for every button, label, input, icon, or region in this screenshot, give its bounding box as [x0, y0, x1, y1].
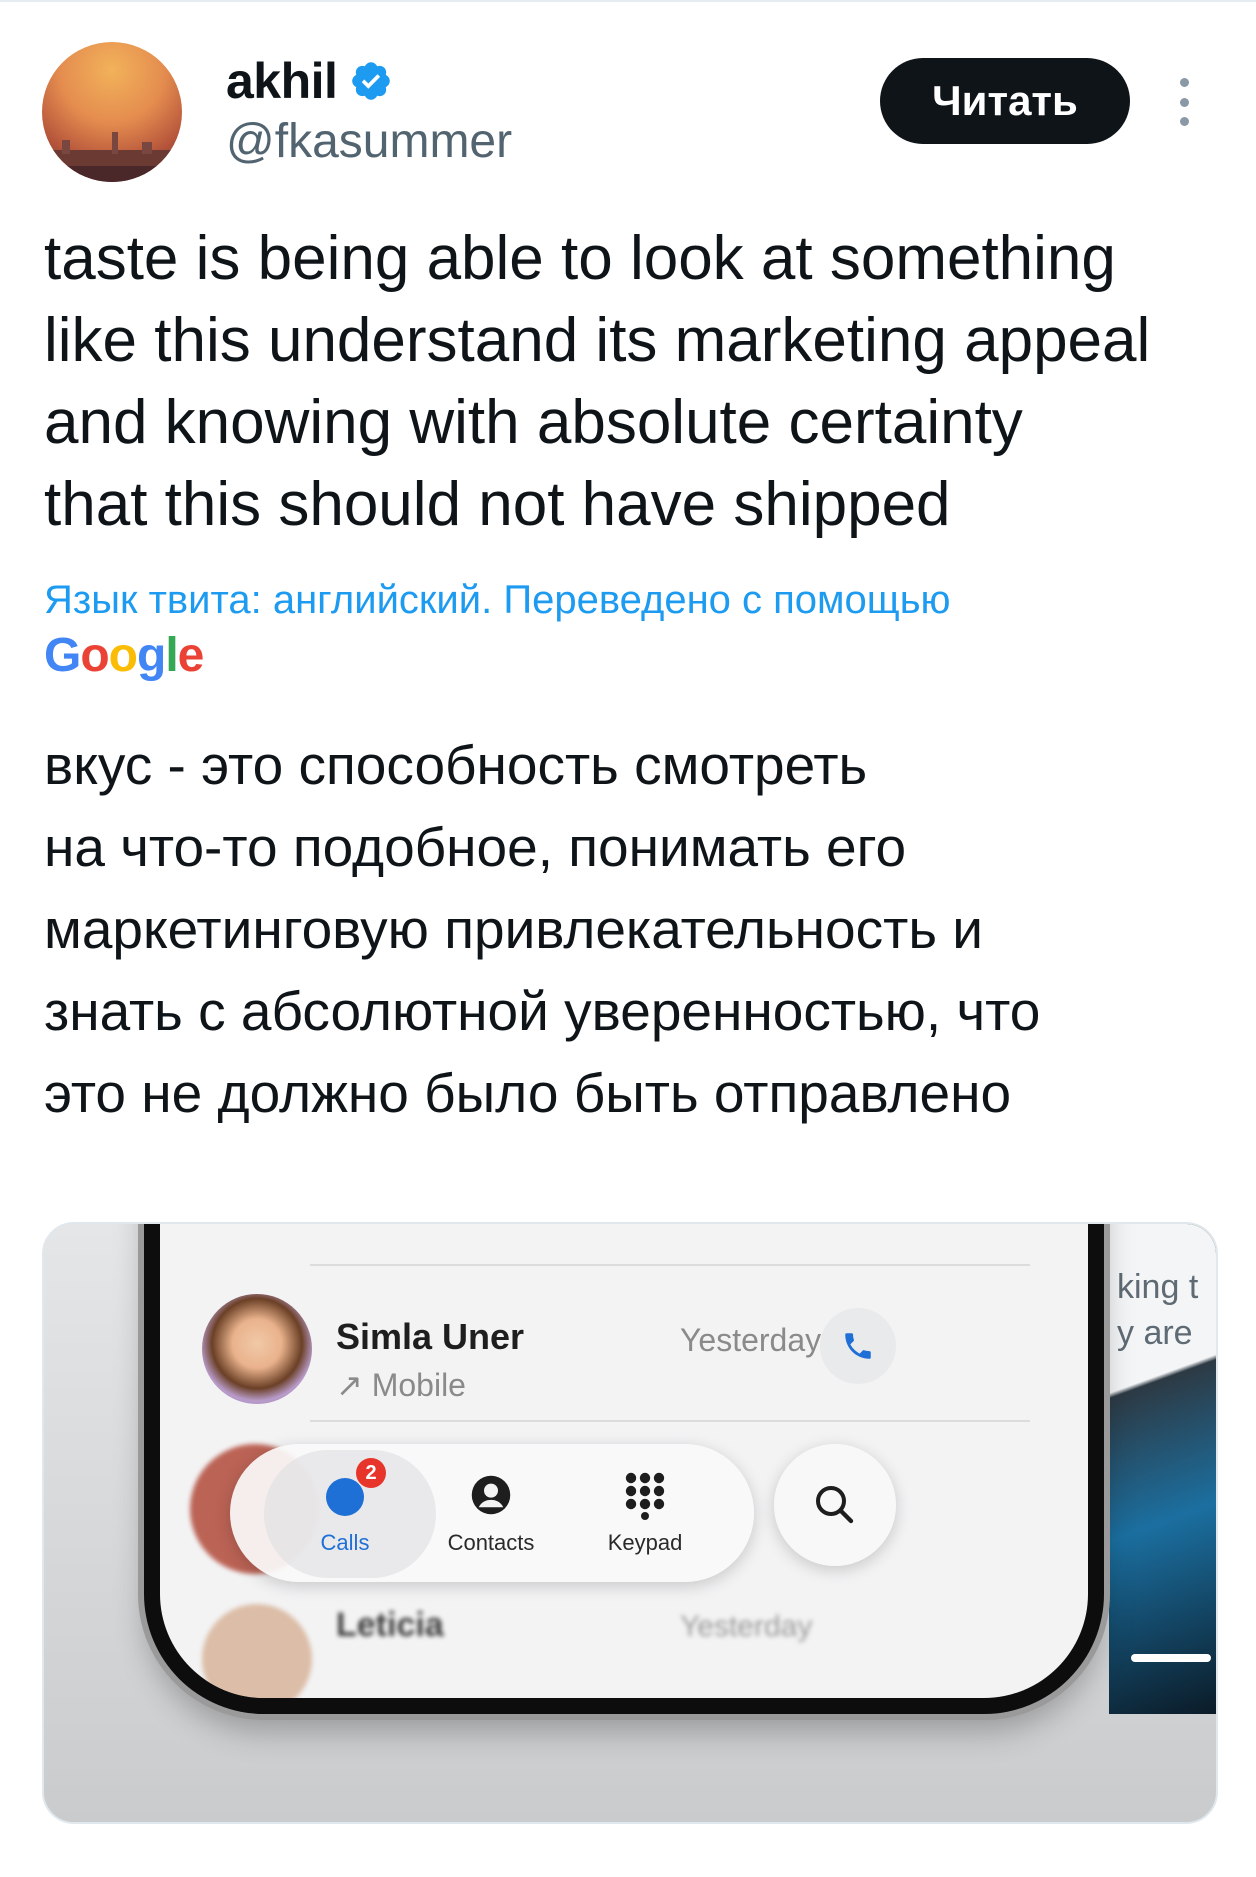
translated-text: вкус - это способность смотреть на что-т…: [44, 734, 1041, 1124]
avatar-skyline-image: [42, 132, 182, 182]
secondary-phone-image: king t y are: [1109, 1224, 1216, 1714]
contact-name-partial: Leticia: [336, 1606, 444, 1644]
tab-calls-label: Calls: [320, 1530, 370, 1555]
memoji-avatar: [202, 1294, 312, 1404]
tab-contacts: Contacts: [416, 1444, 566, 1582]
read-button[interactable]: Читать: [880, 58, 1130, 144]
top-divider: [0, 0, 1256, 2]
tweet-media-image[interactable]: king t y are Simla Uner ↗ Mobile Yesterd…: [42, 1222, 1218, 1824]
side-text-1: king t: [1117, 1268, 1199, 1306]
clock-icon: [326, 1478, 364, 1516]
contact-name: Simla Uner: [336, 1316, 525, 1357]
author-avatar[interactable]: [42, 42, 182, 182]
search-button: [774, 1444, 896, 1566]
tab-keypad-label: Keypad: [607, 1530, 683, 1555]
missed-calls-badge: 2: [356, 1458, 386, 1488]
translation-note[interactable]: Язык твита: английский. Переведено с пом…: [44, 574, 1224, 626]
contact-type: ↗ Mobile: [336, 1367, 466, 1403]
author-name[interactable]: akhil: [226, 52, 338, 110]
tab-calls: 2 Calls: [264, 1444, 436, 1582]
tab-bar: 2 Calls Contacts Keypad: [230, 1444, 754, 1582]
google-logo[interactable]: Google: [44, 628, 204, 683]
row-divider: [310, 1420, 1030, 1422]
contact-time-partial: Yesterday: [680, 1610, 813, 1643]
person-icon: [471, 1475, 511, 1515]
tab-keypad: Keypad: [570, 1444, 720, 1582]
author-handle[interactable]: @fkasummer: [226, 114, 512, 169]
phone-mockup: Simla Uner ↗ Mobile Yesterday Leticia Ye…: [144, 1224, 1104, 1714]
keypad-icon: [625, 1472, 665, 1520]
contact-time: Yesterday: [680, 1322, 822, 1358]
search-icon: [816, 1486, 854, 1524]
phone-icon: [845, 1333, 871, 1359]
side-text-2: y are: [1117, 1314, 1193, 1352]
more-options-icon[interactable]: [1172, 78, 1196, 126]
tab-contacts-label: Contacts: [447, 1530, 535, 1555]
contact-avatar-partial-bottom: [202, 1604, 312, 1698]
home-indicator: [1131, 1654, 1211, 1662]
tweet-text: taste is being able to look at something…: [44, 224, 1151, 539]
call-button: [820, 1308, 896, 1384]
row-divider: [310, 1264, 1030, 1266]
verified-badge-icon: [352, 62, 391, 100]
